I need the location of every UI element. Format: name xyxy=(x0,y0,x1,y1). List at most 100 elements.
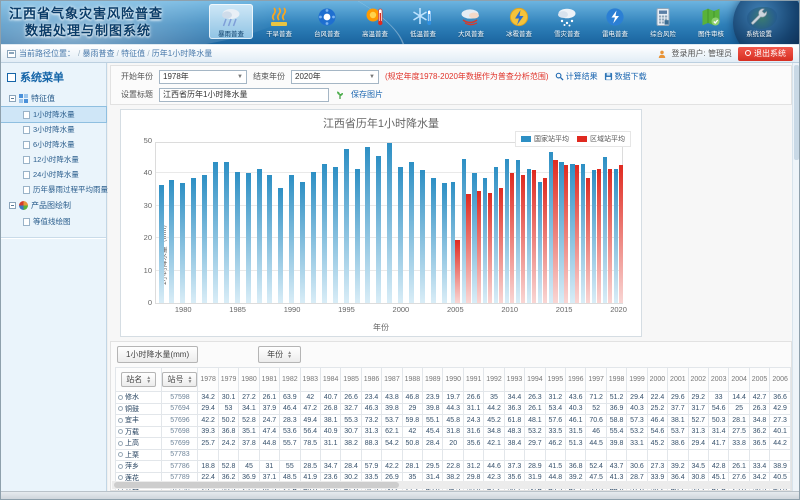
station-name-chip[interactable]: 站名▲▼ xyxy=(121,372,156,387)
station-radio[interactable] xyxy=(118,406,123,411)
horizontal-scrollbar[interactable] xyxy=(112,481,790,489)
sidebar-item-24小时降水量[interactable]: 24小时降水量 xyxy=(1,167,106,182)
station-name-cell[interactable]: 上高 xyxy=(116,438,162,450)
toolbar-item-11[interactable]: 图件审核 xyxy=(689,4,733,39)
save-image-button[interactable]: 保存图片 xyxy=(351,89,383,100)
year-column-header[interactable]: 1997 xyxy=(586,368,606,392)
measure-chip[interactable]: 1小时降水量(mm) xyxy=(117,346,198,363)
toolbar-item-6[interactable]: 大风普查 xyxy=(449,4,493,39)
year-column-header[interactable]: 2003 xyxy=(708,368,728,392)
toolbar-item-5[interactable]: 低温普查 xyxy=(401,4,445,39)
horizontal-scrollbar-thumb[interactable] xyxy=(114,482,399,488)
year-column-header[interactable]: 2006 xyxy=(770,368,791,392)
station-name-cell[interactable]: 万载 xyxy=(116,426,162,438)
vertical-scrollbar-thumb[interactable] xyxy=(794,65,799,160)
year-column-header[interactable]: 1981 xyxy=(259,368,279,392)
toolbar-item-3[interactable]: 台风普查 xyxy=(305,4,349,39)
station-name-cell[interactable]: 修水 xyxy=(116,392,162,404)
station-radio[interactable] xyxy=(118,475,123,480)
year-column-header[interactable]: 1978 xyxy=(198,368,218,392)
year-column-header[interactable]: 1990 xyxy=(443,368,463,392)
year-column-header[interactable]: 1998 xyxy=(606,368,626,392)
value-cell: 55.1 xyxy=(423,415,443,427)
year-column-header[interactable]: 1980 xyxy=(239,368,259,392)
station-name-cell[interactable]: 上栗 xyxy=(116,449,162,461)
station-radio[interactable] xyxy=(118,441,123,446)
station-name-cell[interactable]: 铜鼓 xyxy=(116,403,162,415)
start-year-select[interactable]: 1978年▼ xyxy=(159,70,247,84)
toolbar-item-12[interactable]: 系统设置 xyxy=(737,4,781,39)
station-name-cell[interactable]: 宜丰 xyxy=(116,415,162,427)
breadcrumb-item[interactable]: 特征值 xyxy=(121,49,145,58)
year-column-header[interactable]: 1984 xyxy=(320,368,340,392)
toolbar-item-4[interactable]: 高温普查 xyxy=(353,4,397,39)
year-column-header[interactable]: 2005 xyxy=(749,368,769,392)
year-column-header[interactable]: 1983 xyxy=(300,368,320,392)
value-cell: 36.5 xyxy=(749,438,769,450)
toolbar-item-8[interactable]: 雪灾普查 xyxy=(545,4,589,39)
breadcrumb-item[interactable]: 历年1小时降水量 xyxy=(152,49,212,58)
year-column-header[interactable]: 1994 xyxy=(525,368,545,392)
year-column-header[interactable]: 1982 xyxy=(280,368,300,392)
year-column-header[interactable]: 1986 xyxy=(361,368,381,392)
year-column-header[interactable]: 2000 xyxy=(647,368,667,392)
sort-icons: ▲▼ xyxy=(187,376,192,384)
station-radio[interactable] xyxy=(118,452,123,457)
station-radio[interactable] xyxy=(118,395,123,400)
year-column-header[interactable]: 1993 xyxy=(504,368,524,392)
compute-result-button[interactable]: 计算结果 xyxy=(555,71,598,82)
toolbar-item-1[interactable]: 暴雨普查 xyxy=(209,4,253,39)
value-cell: 32.7 xyxy=(341,403,361,415)
value-cell: 57.3 xyxy=(627,415,647,427)
bar-national-2001 xyxy=(409,162,414,303)
value-cell: 31.5 xyxy=(566,426,586,438)
toolbar-item-7[interactable]: 冰雹普查 xyxy=(497,4,541,39)
toolbar-item-9[interactable]: 雷电普查 xyxy=(593,4,637,39)
vertical-scrollbar[interactable] xyxy=(792,63,799,491)
sidebar-item-1小时降水量[interactable]: 1小时降水量 xyxy=(1,107,106,122)
sidebar-item-等值线绘图[interactable]: 等值线绘图 xyxy=(1,214,106,229)
year-column-header[interactable]: 1999 xyxy=(627,368,647,392)
chart-title-input[interactable] xyxy=(159,88,329,102)
toolbar-item-10[interactable]: 综合风险 xyxy=(641,4,685,39)
sidebar-item-3小时降水量[interactable]: 3小时降水量 xyxy=(1,122,106,137)
toolbar-item-2[interactable]: 干旱普查 xyxy=(257,4,301,39)
year-column-header[interactable]: 1989 xyxy=(423,368,443,392)
value-cell: 54.6 xyxy=(647,426,667,438)
logout-button[interactable]: 退出系统 xyxy=(738,47,793,61)
station-radio[interactable] xyxy=(118,464,123,469)
bar-regional-2005 xyxy=(455,240,459,303)
year-column-header[interactable]: 1991 xyxy=(463,368,483,392)
year-column-header[interactable]: 2002 xyxy=(688,368,708,392)
station-id-chip[interactable]: 站号▲▼ xyxy=(162,372,197,387)
year-column-header[interactable]: 1987 xyxy=(382,368,402,392)
collapse-icon[interactable] xyxy=(9,202,16,209)
breadcrumb-item[interactable]: 暴雨普查 xyxy=(82,49,114,58)
collapse-icon[interactable] xyxy=(9,95,16,102)
sidebar-group-1[interactable]: 特征值 xyxy=(1,90,106,107)
station-name: 萍乡 xyxy=(125,463,139,470)
sort-icons: ▲▼ xyxy=(146,376,151,384)
value-cell: 29.2 xyxy=(688,392,708,404)
year-column-header[interactable]: 2001 xyxy=(668,368,688,392)
sidebar-item-6小时降水量[interactable]: 6小时降水量 xyxy=(1,137,106,152)
year-column-header[interactable]: 1988 xyxy=(402,368,422,392)
sidebar-group-2[interactable]: 产品图绘制 xyxy=(1,197,106,214)
station-radio[interactable] xyxy=(118,429,123,434)
year-dimension-chip[interactable]: 年份▲▼ xyxy=(258,346,301,363)
bar-national-1980 xyxy=(180,183,185,303)
year-column-header[interactable]: 1985 xyxy=(341,368,361,392)
year-column-header[interactable]: 1992 xyxy=(484,368,504,392)
year-column-header[interactable]: 1979 xyxy=(218,368,238,392)
year-column-header[interactable]: 2004 xyxy=(729,368,749,392)
year-column-header[interactable]: 1996 xyxy=(566,368,586,392)
sidebar-item-历年暴雨过程平均雨量[interactable]: 历年暴雨过程平均雨量 xyxy=(1,182,106,197)
sidebar-item-12小时降水量[interactable]: 12小时降水量 xyxy=(1,152,106,167)
value-cell: 22.4 xyxy=(647,392,667,404)
station-name-cell[interactable]: 萍乡 xyxy=(116,461,162,473)
data-download-button[interactable]: 数据下载 xyxy=(604,71,647,82)
confirm-icon[interactable] xyxy=(335,90,345,100)
station-radio[interactable] xyxy=(118,418,123,423)
year-column-header[interactable]: 1995 xyxy=(545,368,565,392)
end-year-select[interactable]: 2020年▼ xyxy=(291,70,379,84)
